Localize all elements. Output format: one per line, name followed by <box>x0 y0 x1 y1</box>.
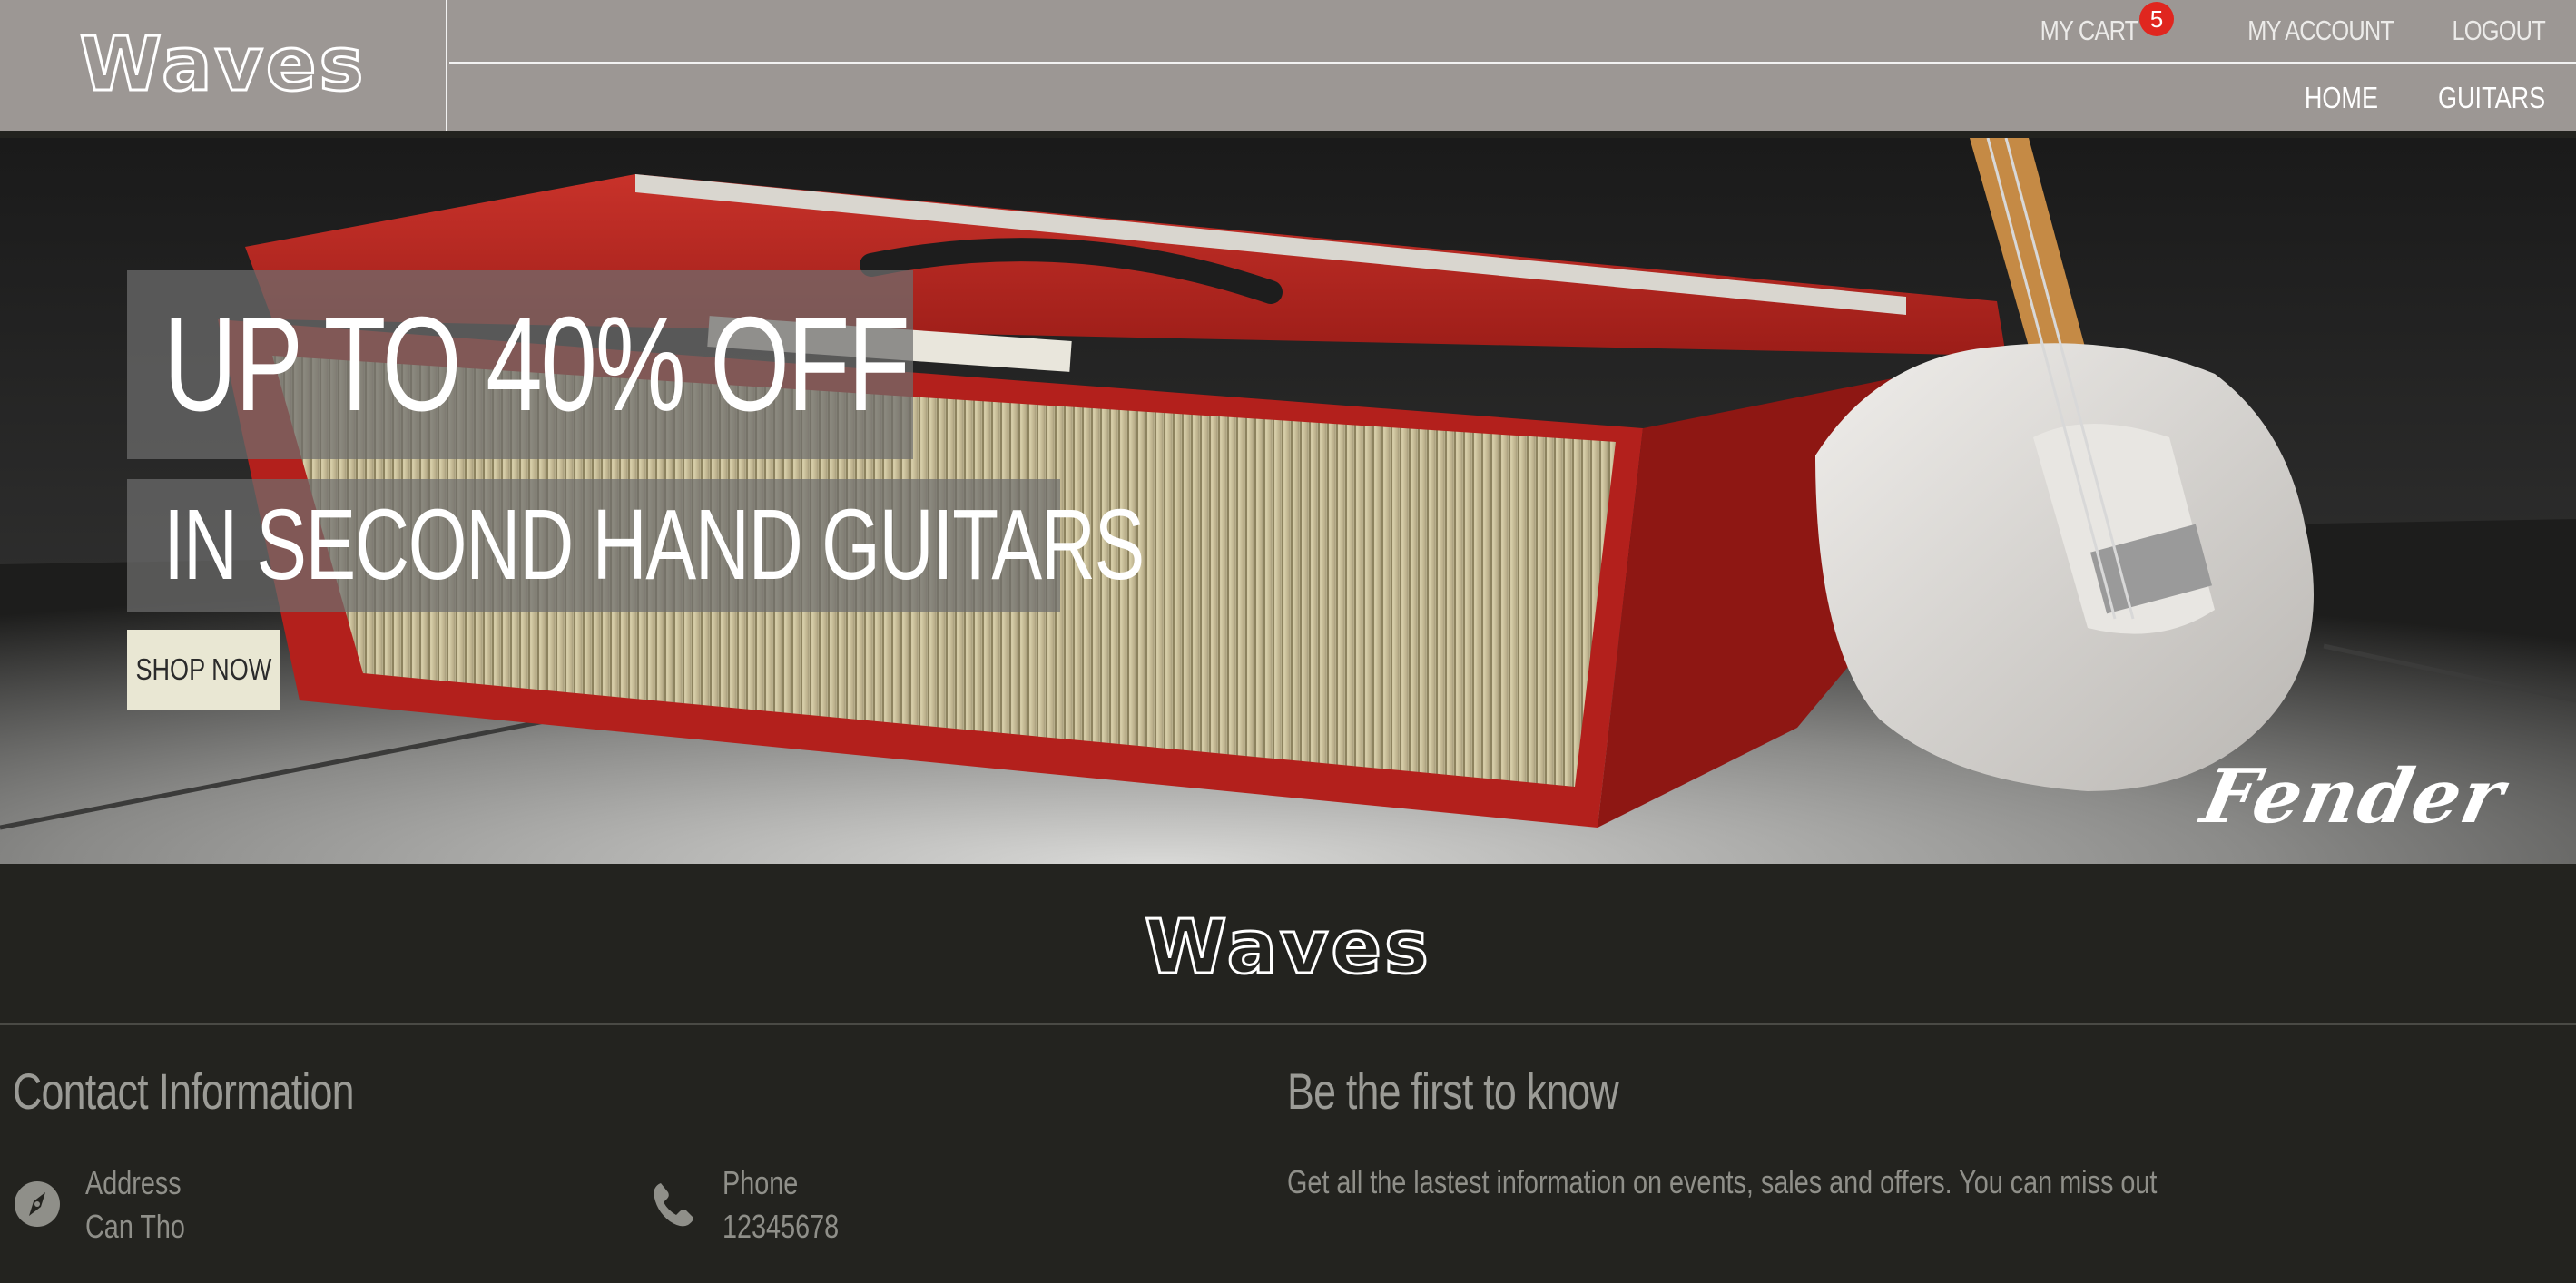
newsletter-text: Get all the lastest information on event… <box>1287 1163 2158 1200</box>
address-block: Address Can Tho <box>13 1161 210 1249</box>
my-cart-link[interactable]: MY CART 5 <box>2019 2 2174 47</box>
phone-block: Phone 12345678 <box>650 1161 868 1249</box>
site-footer: Waves Contact Information Be the first t… <box>0 873 2576 1283</box>
nav-guitars[interactable]: GUITARS <box>2438 81 2545 115</box>
promo-subheadline: IN SECOND HAND GUITARS <box>163 489 1145 601</box>
hero-banner: UP TO 40% OFF IN SECOND HAND GUITARS SHO… <box>0 138 2576 864</box>
logo-container[interactable]: Waves <box>0 0 447 131</box>
site-logo[interactable]: Waves <box>78 26 367 103</box>
compass-icon <box>15 1181 60 1227</box>
contact-info-title: Contact Information <box>13 1063 355 1120</box>
logout-link[interactable]: LOGOUT <box>2453 15 2546 47</box>
nav-home[interactable]: HOME <box>2305 81 2378 115</box>
address-label: Address <box>85 1164 182 1201</box>
fender-logo: Fender <box>2194 753 2513 840</box>
main-nav: HOME GUITARS <box>449 65 2576 131</box>
footer-logo[interactable]: Waves <box>1144 909 1431 986</box>
phone-value: 12345678 <box>723 1208 840 1245</box>
newsletter-title: Be the first to know <box>1287 1063 1619 1120</box>
phone-icon <box>654 1183 693 1227</box>
promo-headline-box: UP TO 40% OFF <box>127 270 913 459</box>
cart-count-badge: 5 <box>2138 2 2174 36</box>
site-header: Waves MY CART 5 MY ACCOUNT LOGOUT HOME G… <box>0 0 2576 131</box>
promo-subheadline-box: IN SECOND HAND GUITARS <box>127 479 1145 612</box>
promo-headline: UP TO 40% OFF <box>163 289 910 439</box>
address-value: Can Tho <box>85 1208 185 1245</box>
my-cart-label[interactable]: MY CART <box>2040 15 2138 47</box>
shop-now-label: SHOP NOW <box>135 652 271 686</box>
phone-label: Phone <box>723 1164 799 1201</box>
shop-now-button[interactable]: SHOP NOW <box>127 630 280 710</box>
footer-logo-row: Waves <box>0 873 2576 1025</box>
my-account-link[interactable]: MY ACCOUNT <box>2247 15 2394 47</box>
top-links-bar: MY CART 5 MY ACCOUNT LOGOUT <box>449 0 2576 64</box>
